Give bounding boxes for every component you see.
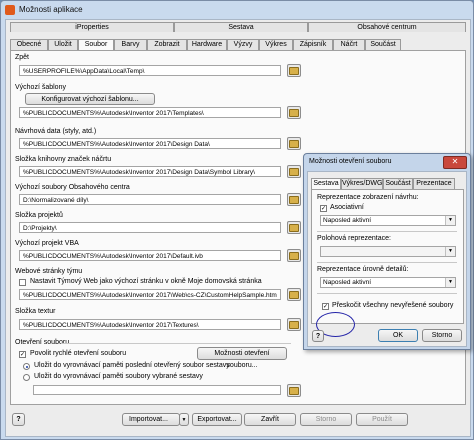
chevron-down-icon: ▼ xyxy=(445,216,455,225)
chevron-down-icon: ▼ xyxy=(445,247,455,256)
projects-path-field[interactable]: D:\Projekty\ xyxy=(19,222,281,233)
cache-selected-radio[interactable] xyxy=(23,374,30,381)
cache-last-label: Uložit do vyrovnávací paměti poslední ot… xyxy=(34,362,230,369)
quick-open-checkbox-label: Povolit rychlé otevření souboru xyxy=(30,350,127,357)
cache-browse-icon[interactable] xyxy=(287,384,301,397)
templates-label: Výchozí šablony xyxy=(15,84,66,91)
tab-general[interactable]: Obecné xyxy=(10,39,48,50)
cache-last-radio[interactable] xyxy=(23,363,30,370)
file-open-divider xyxy=(61,343,291,344)
import-dropdown-icon[interactable]: ▼ xyxy=(179,413,189,426)
tab-row: Obecné Uložit Soubor Barvy Zobrazit Hard… xyxy=(10,39,401,51)
title-bar: Možnosti aplikace xyxy=(1,1,473,18)
positional-select[interactable]: ▼ xyxy=(320,246,456,257)
team-web-browse-icon[interactable] xyxy=(287,288,301,301)
close-button[interactable]: Zavřít xyxy=(244,413,296,426)
tab-part[interactable]: Součást xyxy=(365,39,401,50)
content-center-label: Výchozí soubory Obsahového centra xyxy=(15,184,130,191)
window-title: Možnosti aplikace xyxy=(19,5,83,14)
tab-hardware[interactable]: Hardware xyxy=(187,39,227,50)
design-view-select[interactable]: Naposled aktivní ▼ xyxy=(320,215,456,226)
vba-path-field[interactable]: %PUBLICDOCUMENTS%\Autodesk\Inventor 2017… xyxy=(19,250,281,261)
dialog-help-icon[interactable]: ? xyxy=(312,330,324,342)
symbol-library-path-field[interactable]: %PUBLICDOCUMENTS%\Autodesk\Inventor 2017… xyxy=(19,166,281,177)
app-icon xyxy=(5,4,15,15)
dialog-tab-row: Sestava Výkres/DWG Součást Prezentace xyxy=(311,178,455,190)
textures-path-field[interactable]: %PUBLICDOCUMENTS%\Autodesk\Inventor 2017… xyxy=(19,319,281,330)
cancel-button[interactable]: Storno xyxy=(300,413,352,426)
textures-label: Složka textur xyxy=(15,308,56,315)
projects-label: Složka projektů xyxy=(15,212,63,219)
tab-sketch[interactable]: Náčrt xyxy=(333,39,365,50)
team-web-checkbox[interactable] xyxy=(19,279,26,286)
templates-browse-icon[interactable] xyxy=(287,106,301,119)
design-data-label: Návrhová data (styly, atd.) xyxy=(15,128,97,135)
group-content-center: Obsahové centrum xyxy=(308,22,466,32)
export-button[interactable]: Exportovat... xyxy=(192,413,242,426)
templates-path-field[interactable]: %PUBLICDOCUMENTS%\Autodesk\Inventor 2017… xyxy=(19,107,281,118)
team-web-path-field[interactable]: %PUBLICDOCUMENTS%\Autodesk\Inventor 2017… xyxy=(19,289,281,300)
tab-save[interactable]: Uložit xyxy=(48,39,78,50)
lod-value: Naposled aktivní xyxy=(323,279,372,286)
projects-browse-icon[interactable] xyxy=(287,221,301,234)
associative-label: Asociativní xyxy=(330,204,364,211)
tab-colors[interactable]: Barvy xyxy=(114,39,147,50)
configure-template-button[interactable]: Konfigurovat výchozí šablonu... xyxy=(25,93,155,105)
dialog-tab-presentation[interactable]: Prezentace xyxy=(413,178,455,189)
file-open-options-button[interactable]: Možnosti otevření souboru... xyxy=(197,347,287,369)
team-web-label: Webové stránky týmu xyxy=(15,268,83,275)
tab-display[interactable]: Zobrazit xyxy=(147,39,187,50)
tab-notebook[interactable]: Zápisník xyxy=(293,39,333,50)
symbol-library-label: Složka knihovny značek náčrtu xyxy=(15,156,112,163)
dialog-divider-3 xyxy=(317,293,457,294)
content-center-path-field[interactable]: D:\Normalizované díly\ xyxy=(19,194,281,205)
file-open-options-dialog: Možnosti otevření souboru ✕ Sestava Výkr… xyxy=(303,153,471,350)
help-icon[interactable]: ? xyxy=(12,413,25,426)
apply-button[interactable]: Použít xyxy=(356,413,408,426)
lod-label: Reprezentace úrovně detailů: xyxy=(317,266,409,273)
import-button[interactable]: Importovat... xyxy=(122,413,180,426)
dialog-divider-2 xyxy=(317,262,457,263)
dialog-tab-part[interactable]: Součást xyxy=(383,178,413,189)
vba-browse-icon[interactable] xyxy=(287,249,301,262)
skip-unresolved-label: Přeskočit všechny nevyřešené soubory xyxy=(332,302,454,309)
vba-label: Výchozí projekt VBA xyxy=(15,240,79,247)
skip-unresolved-checkbox[interactable]: ✓ xyxy=(322,303,329,310)
dialog-divider-1 xyxy=(317,231,457,232)
quick-open-checkbox[interactable]: ✓ xyxy=(19,351,26,358)
design-view-label: Reprezentace zobrazení návrhu: xyxy=(317,194,419,201)
cache-selected-field[interactable] xyxy=(33,385,281,395)
dialog-close-icon[interactable]: ✕ xyxy=(443,156,467,169)
dialog-client: Sestava Výkres/DWG Součást Prezentace Re… xyxy=(307,171,467,347)
cache-selected-label: Uložit do vyrovnávací paměti soubory vyb… xyxy=(34,373,203,380)
undo-path-field[interactable]: %USERPROFILE%\AppData\Local\Temp\ xyxy=(19,65,281,76)
associative-checkbox[interactable]: ✓ xyxy=(320,205,327,212)
undo-label: Zpět xyxy=(15,54,30,61)
dialog-ok-button[interactable]: OK xyxy=(378,329,418,342)
content-center-browse-icon[interactable] xyxy=(287,193,301,206)
group-assembly: Sestava xyxy=(174,22,308,32)
dialog-assembly-panel: Reprezentace zobrazení návrhu: ✓ Asociat… xyxy=(311,189,464,324)
tab-drawing[interactable]: Výkres xyxy=(259,39,293,50)
tab-prompts[interactable]: Výzvy xyxy=(227,39,259,50)
team-web-checkbox-label: Nastavit Týmový Web jako výchozí stránku… xyxy=(30,278,262,285)
dialog-tab-drawing[interactable]: Výkres/DWG xyxy=(341,178,383,189)
undo-browse-icon[interactable] xyxy=(287,64,301,77)
textures-browse-icon[interactable] xyxy=(287,318,301,331)
design-view-value: Naposled aktivní xyxy=(323,217,372,224)
lod-select[interactable]: Naposled aktivní ▼ xyxy=(320,277,456,288)
symbol-library-browse-icon[interactable] xyxy=(287,165,301,178)
bottom-bar: ? Importovat... ▼ Exportovat... Zavřít S… xyxy=(10,408,466,432)
design-data-path-field[interactable]: %PUBLICDOCUMENTS%\Autodesk\Inventor 2017… xyxy=(19,138,281,149)
group-iproperties: iProperties xyxy=(10,22,174,32)
chevron-down-icon: ▼ xyxy=(445,278,455,287)
positional-label: Polohová reprezentace: xyxy=(317,235,391,242)
dialog-cancel-button[interactable]: Storno xyxy=(422,329,462,342)
design-data-browse-icon[interactable] xyxy=(287,137,301,150)
tab-groups: iProperties Sestava Obsahové centrum xyxy=(10,22,466,32)
